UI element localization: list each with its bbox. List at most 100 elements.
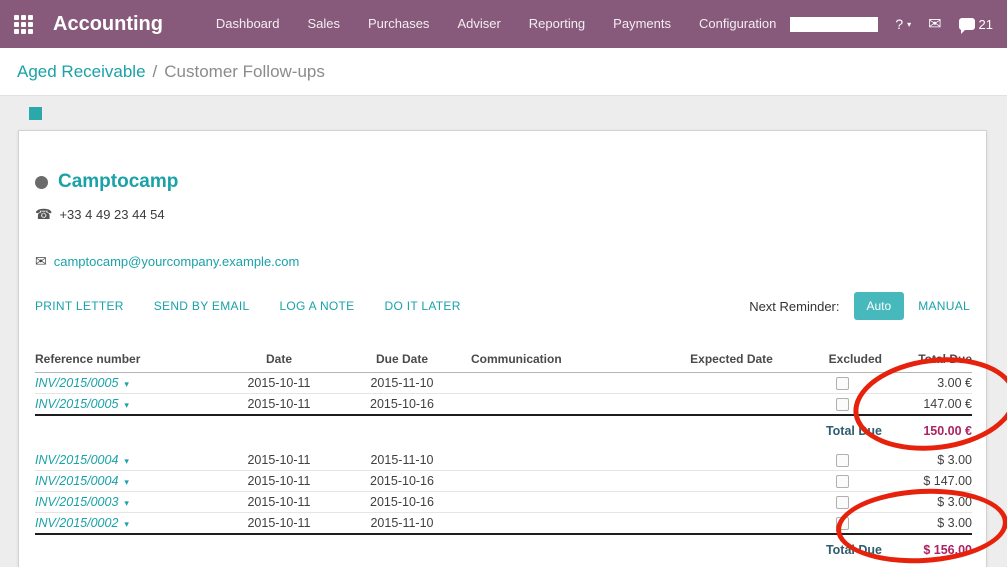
menu-item-configuration[interactable]: Configuration <box>685 0 790 48</box>
chevron-down-icon[interactable]: ▾ <box>124 477 129 487</box>
date-cell: 2015-10-11 <box>225 394 333 416</box>
chevron-down-icon: ▾ <box>907 20 911 29</box>
header-reference: Reference number <box>35 348 225 373</box>
next-reminder-label: Next Reminder: <box>749 299 839 314</box>
manual-reminder-button[interactable]: MANUAL <box>918 299 970 313</box>
total-due-amount: $ 156.00 <box>882 534 972 567</box>
followup-actions: PRINT LETTER SEND BY EMAIL LOG A NOTE DO… <box>35 292 970 320</box>
content-area: Camptocamp ☎ +33 4 49 23 44 54 ✉ camptoc… <box>0 96 1007 567</box>
due-date-cell: 2015-11-10 <box>333 449 471 470</box>
table-row: INV/2015/0004 ▾ 2015-10-11 2015-11-10 $ 3… <box>35 449 972 470</box>
chevron-down-icon[interactable]: ▾ <box>124 379 129 389</box>
table-row: INV/2015/0005 ▾ 2015-10-11 2015-10-16 147… <box>35 394 972 416</box>
help-menu[interactable]: ? ▾ <box>895 16 911 32</box>
menu-item-payments[interactable]: Payments <box>599 0 685 48</box>
menu-item-dashboard[interactable]: Dashboard <box>202 0 294 48</box>
app-window: Accounting Dashboard Sales Purchases Adv… <box>0 0 1007 567</box>
navbar-left: Accounting <box>14 13 202 36</box>
expected-date-cell <box>661 491 802 512</box>
table-row: INV/2015/0003 ▾ 2015-10-11 2015-10-16 $ 3… <box>35 491 972 512</box>
total-row: Total Due 150.00 € <box>35 415 972 449</box>
header-due-date: Due Date <box>333 348 471 373</box>
customer-name: Camptocamp <box>58 171 178 193</box>
communication-cell <box>471 491 661 512</box>
app-title: Accounting <box>53 13 163 36</box>
invoice-link[interactable]: INV/2015/0005 <box>35 397 118 411</box>
followup-card: Camptocamp ☎ +33 4 49 23 44 54 ✉ camptoc… <box>18 130 987 567</box>
apps-menu-icon[interactable] <box>14 15 33 34</box>
messages-envelope-icon[interactable]: ✉ <box>928 14 941 34</box>
excluded-checkbox[interactable] <box>836 496 849 509</box>
excluded-checkbox[interactable] <box>836 475 849 488</box>
table-row: INV/2015/0004▾ 2015-10-11 2015-10-16 $ 1… <box>35 470 972 491</box>
due-date-cell: 2015-10-16 <box>333 394 471 416</box>
menu-item-adviser[interactable]: Adviser <box>443 0 514 48</box>
auto-reminder-button[interactable]: Auto <box>854 292 905 320</box>
total-due-amount: 150.00 € <box>882 415 972 449</box>
breadcrumb-separator: / <box>153 62 158 82</box>
communication-cell <box>471 449 661 470</box>
print-letter-button[interactable]: PRINT LETTER <box>35 299 124 313</box>
chat-bubble-icon <box>959 18 975 30</box>
due-date-cell: 2015-10-16 <box>333 470 471 491</box>
excluded-checkbox[interactable] <box>836 517 849 530</box>
breadcrumb: Aged Receivable / Customer Follow-ups <box>0 48 1007 96</box>
phone-icon: ☎ <box>35 206 52 223</box>
excluded-checkbox[interactable] <box>836 377 849 390</box>
header-total-due: Total Due <box>882 348 972 373</box>
invoice-link[interactable]: INV/2015/0002 <box>35 516 118 530</box>
communication-cell <box>471 373 661 394</box>
invoice-link[interactable]: INV/2015/0005 <box>35 376 118 390</box>
main-menu: Dashboard Sales Purchases Adviser Report… <box>202 0 790 48</box>
date-cell: 2015-10-11 <box>225 491 333 512</box>
chat-menu[interactable]: 21 <box>959 17 993 32</box>
invoice-link[interactable]: INV/2015/0003 <box>35 495 118 509</box>
expected-date-cell <box>661 449 802 470</box>
customer-email-row: ✉ camptocamp@yourcompany.example.com <box>35 253 970 270</box>
total-due-cell: $ 3.00 <box>882 449 972 470</box>
total-due-label: Total Due <box>802 415 882 449</box>
total-due-cell: $ 3.00 <box>882 491 972 512</box>
expected-date-cell <box>661 394 802 416</box>
expected-date-cell <box>661 373 802 394</box>
teal-marker <box>29 107 42 120</box>
chevron-down-icon[interactable]: ▾ <box>124 456 129 466</box>
invoice-link[interactable]: INV/2015/0004 <box>35 474 118 488</box>
breadcrumb-parent-link[interactable]: Aged Receivable <box>17 62 146 82</box>
navbar-search-input[interactable] <box>790 17 878 32</box>
excluded-checkbox[interactable] <box>836 398 849 411</box>
status-dot <box>35 176 48 189</box>
menu-item-purchases[interactable]: Purchases <box>354 0 443 48</box>
chevron-down-icon[interactable]: ▾ <box>124 400 129 410</box>
excluded-checkbox[interactable] <box>836 454 849 467</box>
due-date-cell: 2015-11-10 <box>333 373 471 394</box>
help-icon: ? <box>895 16 903 32</box>
log-a-note-button[interactable]: LOG A NOTE <box>279 299 354 313</box>
communication-cell <box>471 470 661 491</box>
total-due-cell: $ 147.00 <box>882 470 972 491</box>
invoice-link[interactable]: INV/2015/0004 <box>35 453 118 467</box>
chevron-down-icon[interactable]: ▾ <box>124 498 129 508</box>
customer-email-link[interactable]: camptocamp@yourcompany.example.com <box>54 254 300 269</box>
header-date: Date <box>225 348 333 373</box>
customer-phone: +33 4 49 23 44 54 <box>59 207 164 222</box>
communication-cell <box>471 513 661 535</box>
total-due-cell: 147.00 € <box>882 394 972 416</box>
total-due-cell: 3.00 € <box>882 373 972 394</box>
do-it-later-button[interactable]: DO IT LATER <box>384 299 460 313</box>
menu-item-reporting[interactable]: Reporting <box>515 0 599 48</box>
header-expected-date: Expected Date <box>661 348 802 373</box>
due-date-cell: 2015-11-10 <box>333 513 471 535</box>
table-row: INV/2015/0005 ▾ 2015-10-11 2015-11-10 3.0… <box>35 373 972 394</box>
send-by-email-button[interactable]: SEND BY EMAIL <box>154 299 250 313</box>
breadcrumb-current: Customer Follow-ups <box>164 62 325 82</box>
due-date-cell: 2015-10-16 <box>333 491 471 512</box>
header-communication: Communication <box>471 348 661 373</box>
expected-date-cell <box>661 470 802 491</box>
date-cell: 2015-10-11 <box>225 449 333 470</box>
envelope-icon: ✉ <box>35 253 47 270</box>
date-cell: 2015-10-11 <box>225 373 333 394</box>
communication-cell <box>471 394 661 416</box>
menu-item-sales[interactable]: Sales <box>293 0 354 48</box>
chevron-down-icon[interactable]: ▾ <box>124 519 129 529</box>
